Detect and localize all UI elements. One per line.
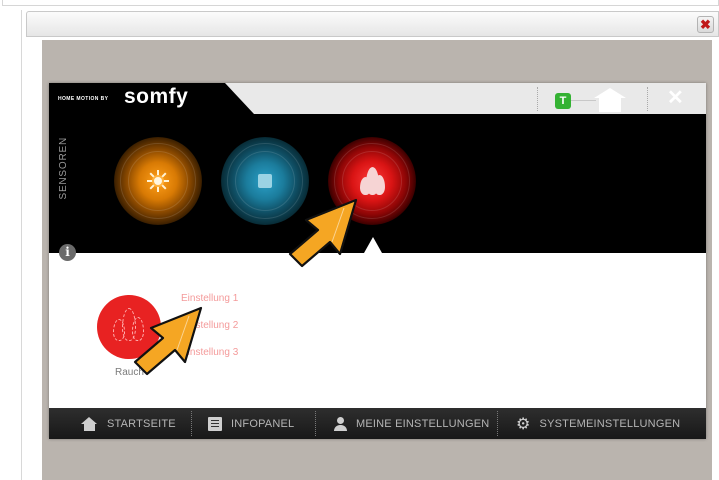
- sensor-band: SENSOREN: [49, 114, 706, 253]
- top-window-edge: [2, 0, 719, 6]
- left-divider: [21, 10, 22, 480]
- setting-link-2[interactable]: Einstellung 2: [181, 320, 238, 331]
- document-icon: [208, 416, 222, 431]
- flame-icon: [358, 165, 386, 197]
- header-divider: [647, 87, 648, 111]
- cool-sensor-button[interactable]: [221, 137, 309, 225]
- nav-my-settings[interactable]: MEINE EINSTELLUNGEN: [333, 408, 489, 439]
- gear-icon: ⚙: [516, 413, 531, 433]
- sensors-label: SENSOREN: [58, 137, 69, 200]
- square-icon: [258, 174, 272, 188]
- nav-divider: [191, 411, 192, 436]
- nav-system-settings[interactable]: ⚙ SYSTEMEINSTELLUNGEN: [516, 408, 680, 439]
- nav-my-settings-label: MEINE EINSTELLUNGEN: [356, 417, 490, 430]
- bottom-navigation: STARTSEITE INFOPANEL MEINE EINSTELLUNGEN…: [49, 408, 706, 439]
- nav-home-label: STARTSEITE: [107, 417, 176, 430]
- user-icon: [333, 416, 347, 431]
- brand-name: somfy: [124, 85, 188, 109]
- nav-divider: [315, 411, 316, 436]
- nav-system-settings-label: SYSTEMEINSTELLUNGEN: [539, 417, 681, 430]
- home-icon: [81, 416, 98, 431]
- somfy-app-panel: HOME MOTION BY somfy T ✕ SENSOREN i Rauc…: [49, 83, 706, 439]
- nav-infopanel-label: INFOPANEL: [231, 417, 295, 430]
- sun-icon: [147, 170, 169, 192]
- brand-prefix: HOME MOTION BY: [58, 96, 109, 102]
- connector-line: [571, 100, 596, 101]
- fire-sensor-button[interactable]: [328, 137, 416, 225]
- tahoma-icon[interactable]: T: [555, 93, 571, 109]
- smoke-sensor-button[interactable]: [97, 295, 161, 359]
- info-icon[interactable]: i: [59, 244, 76, 261]
- nav-infopanel[interactable]: INFOPANEL: [208, 408, 294, 439]
- brand-name-text: somfy: [124, 85, 189, 108]
- page: ✖ HOME MOTION BY somfy T ✕ SENSOREN i Ra…: [0, 0, 719, 480]
- home-icon[interactable]: [594, 88, 626, 112]
- nav-home[interactable]: STARTSEITE: [81, 408, 176, 439]
- smoke-sensor-label: Rauch: [115, 367, 144, 378]
- brand-logo: HOME MOTION BY somfy: [49, 83, 254, 114]
- dialog-title-bar: ✖: [26, 11, 719, 37]
- header-divider: [537, 87, 538, 111]
- nav-divider: [497, 411, 498, 436]
- selection-pointer: [364, 237, 382, 253]
- close-icon[interactable]: ✕: [667, 86, 684, 110]
- setting-link-3[interactable]: Einstellung 3: [181, 347, 238, 358]
- app-header: HOME MOTION BY somfy T ✕: [49, 83, 706, 114]
- sun-sensor-button[interactable]: [114, 137, 202, 225]
- setting-link-1[interactable]: Einstellung 1: [181, 293, 238, 304]
- dialog-close-button[interactable]: ✖: [697, 16, 714, 33]
